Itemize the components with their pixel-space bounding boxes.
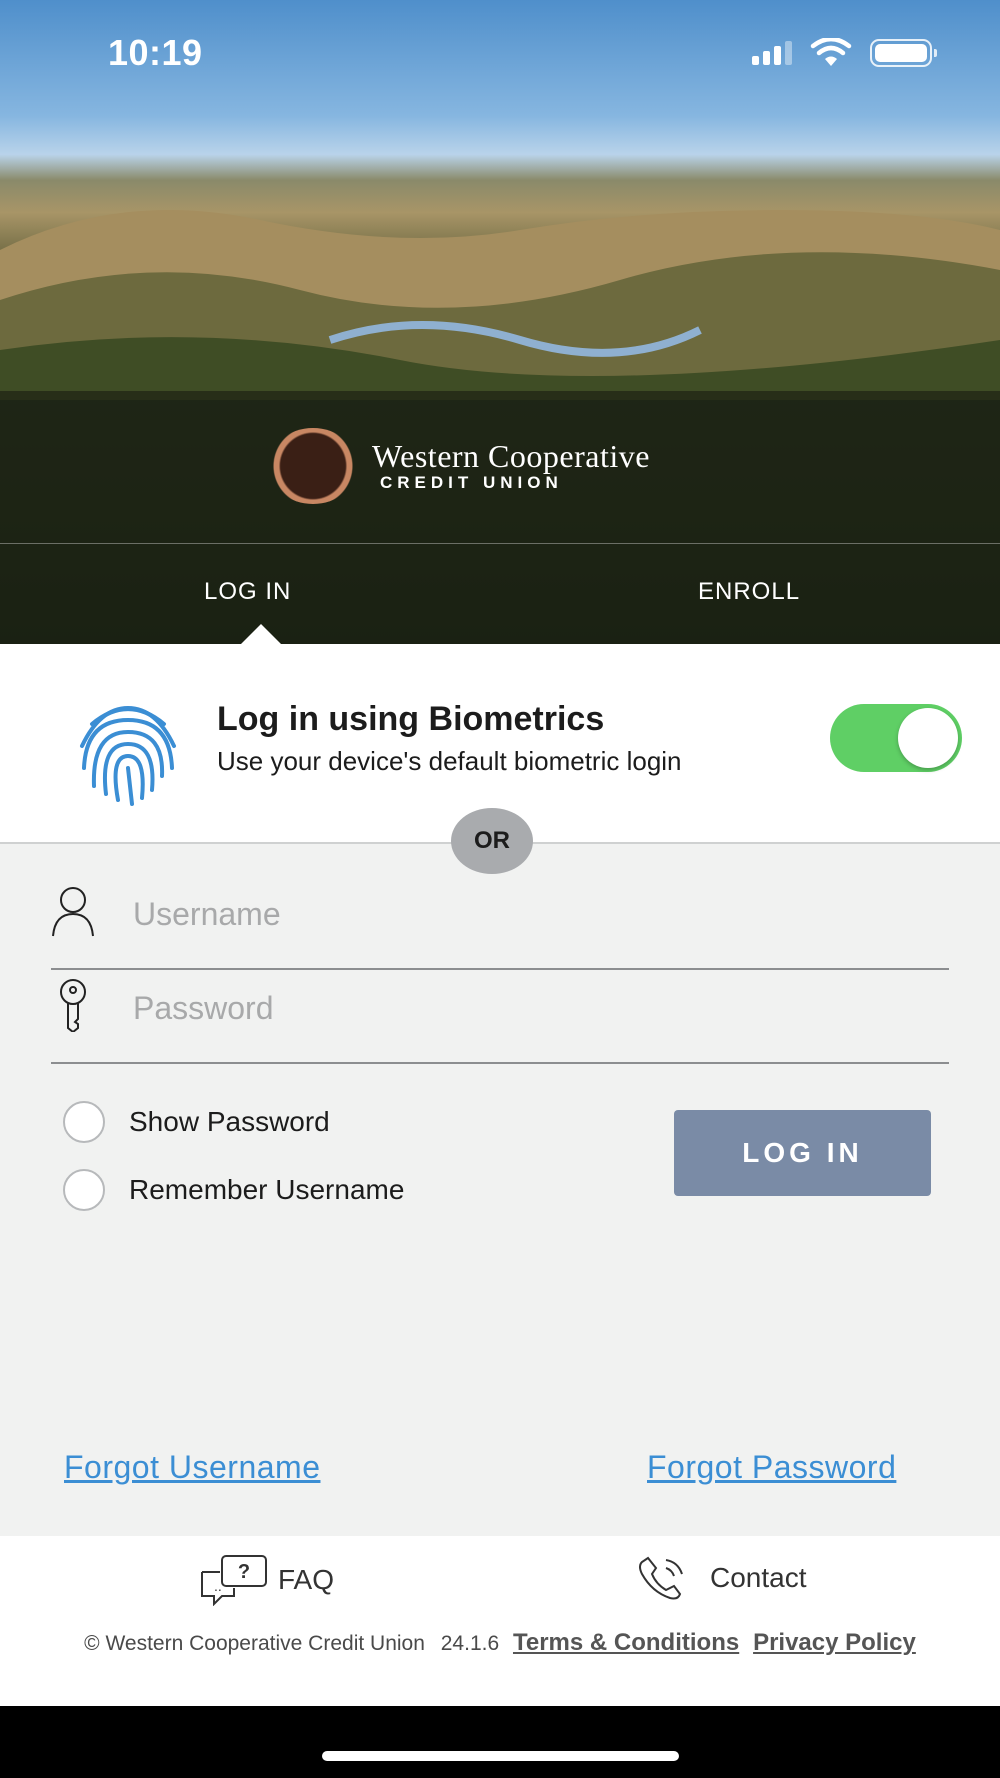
contact-label: Contact — [710, 1562, 807, 1593]
toggle-knob — [898, 708, 958, 768]
brand-name: Western Cooperative — [372, 438, 650, 474]
key-icon — [60, 979, 86, 1032]
brand-subname: CREDIT UNION — [380, 473, 563, 492]
biometrics-subtitle: Use your device's default biometric logi… — [217, 746, 682, 776]
tab-divider — [0, 543, 1000, 544]
username-field — [51, 878, 949, 970]
username-input[interactable] — [133, 888, 933, 940]
faq-button[interactable]: ? .. FAQ — [200, 1554, 334, 1606]
show-password-option[interactable]: Show Password — [63, 1101, 330, 1143]
fingerprint-icon — [80, 705, 176, 806]
tab-login[interactable]: LOG IN — [204, 578, 291, 606]
faq-label: FAQ — [278, 1564, 335, 1595]
password-input[interactable] — [133, 982, 933, 1034]
show-password-label: Show Password — [129, 1106, 330, 1137]
privacy-policy-link[interactable]: Privacy Policy — [753, 1629, 916, 1656]
user-icon — [52, 887, 94, 937]
biometrics-title: Log in using Biometrics — [217, 700, 605, 738]
legal-footer: © Western Cooperative Credit Union 24.1.… — [40, 1626, 960, 1661]
tab-enroll[interactable]: ENROLL — [698, 578, 800, 606]
terms-link[interactable]: Terms & Conditions — [513, 1629, 739, 1656]
forgot-password-link[interactable]: Forgot Password — [647, 1449, 896, 1486]
status-icons — [752, 38, 937, 68]
login-button[interactable]: LOG IN — [674, 1110, 931, 1196]
active-tab-indicator — [241, 624, 281, 644]
hero-banner: 10:19 Western Cooperative CREDIT UNION L… — [0, 0, 1000, 644]
remember-username-label: Remember Username — [129, 1174, 405, 1205]
biometrics-toggle[interactable] — [830, 704, 962, 772]
forgot-username-link[interactable]: Forgot Username — [64, 1449, 320, 1486]
version-text: 24.1.6 — [440, 1632, 500, 1655]
remember-username-option[interactable]: Remember Username — [63, 1169, 404, 1211]
copyright-text: © Western Cooperative Credit Union — [84, 1632, 425, 1655]
or-divider-badge: OR — [451, 808, 533, 874]
faq-chat-icon: ? .. — [201, 1555, 267, 1606]
status-time: 10:19 — [108, 32, 203, 73]
show-password-radio[interactable] — [63, 1101, 105, 1143]
phone-icon — [639, 1556, 683, 1600]
footer: ? .. FAQ Contact © Western Cooperative C… — [0, 1536, 1000, 1706]
wifi-icon — [810, 38, 852, 66]
contact-button[interactable]: Contact — [636, 1554, 807, 1602]
battery-icon — [870, 39, 937, 67]
password-field — [51, 972, 949, 1064]
brand-logo: Western Cooperative CREDIT UNION — [268, 428, 650, 504]
bison-logo-icon — [268, 428, 358, 504]
svg-text:?: ? — [238, 1561, 250, 1583]
landscape-image — [0, 210, 1000, 400]
home-indicator — [322, 1751, 679, 1761]
svg-text:..: .. — [214, 1578, 222, 1594]
remember-username-radio[interactable] — [63, 1169, 105, 1211]
cellular-signal-icon — [752, 41, 792, 65]
